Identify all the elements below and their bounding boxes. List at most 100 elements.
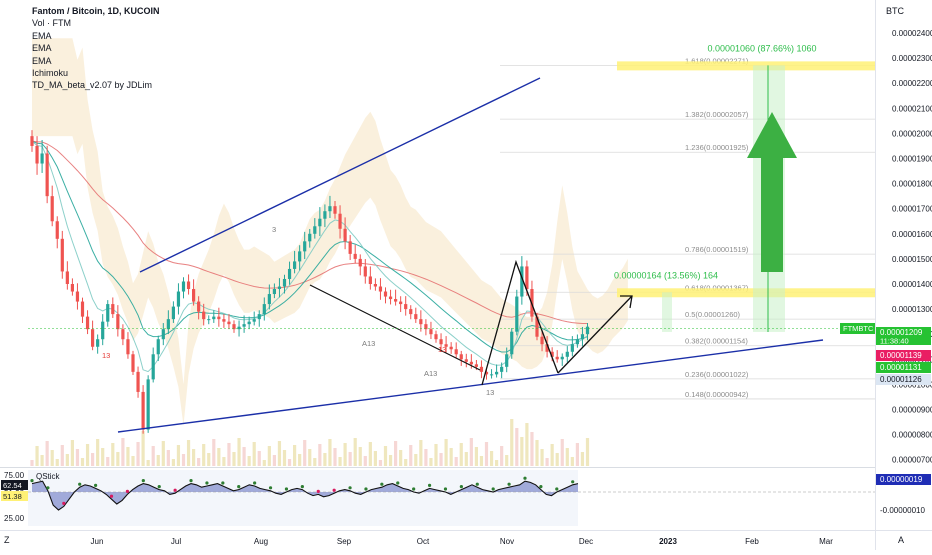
fib-level-label: 0.382(0.00001154) bbox=[685, 337, 748, 346]
volume-bar bbox=[126, 447, 130, 466]
osc-value-tag: 62.54 bbox=[3, 481, 22, 490]
volume-bar bbox=[353, 438, 357, 466]
candle-body bbox=[60, 238, 64, 272]
volume-bar bbox=[550, 444, 554, 466]
legend-volume[interactable]: Vol · FTM bbox=[32, 17, 160, 29]
candle-body bbox=[495, 371, 499, 375]
price-tick-label: 0.00000900 bbox=[892, 406, 932, 415]
qstick-signal-dot bbox=[221, 481, 225, 485]
td-count-label: A13 bbox=[362, 339, 375, 348]
volume-bar bbox=[197, 458, 201, 466]
qstick-signal-dot bbox=[284, 487, 289, 491]
td-count-label: 13 bbox=[102, 351, 110, 360]
candle-body bbox=[217, 316, 221, 320]
candle-body bbox=[313, 226, 317, 234]
candle-body bbox=[510, 331, 514, 355]
candle-body bbox=[35, 145, 39, 164]
symbol-title[interactable]: Fantom / Bitcoin, 1D, KUCOIN bbox=[32, 5, 160, 17]
candle-body bbox=[277, 286, 282, 290]
volume-bar bbox=[308, 449, 312, 466]
candle-body bbox=[91, 329, 95, 347]
candle-body bbox=[348, 241, 352, 254]
volume-bar bbox=[580, 452, 585, 466]
volume-bar bbox=[348, 452, 352, 466]
qstick-signal-dot bbox=[396, 481, 400, 485]
volume-bar bbox=[116, 452, 120, 466]
candle-body bbox=[131, 354, 135, 372]
candle-body bbox=[75, 291, 80, 302]
volume-bar bbox=[489, 451, 494, 466]
candle-body bbox=[262, 304, 266, 315]
time-tick-label: 2023 bbox=[659, 537, 677, 546]
candle-body bbox=[141, 391, 145, 430]
volume-bar bbox=[495, 460, 499, 466]
candle-body bbox=[101, 321, 105, 340]
legend-ichimoku[interactable]: Ichimoku bbox=[32, 67, 160, 79]
candle-body bbox=[116, 314, 120, 330]
volume-bar bbox=[232, 452, 236, 466]
volume-bar bbox=[565, 448, 569, 466]
fib-level-label: 1.382(0.00002057) bbox=[685, 110, 749, 119]
candle-body bbox=[287, 268, 292, 279]
candle-body bbox=[439, 339, 443, 345]
volume-bar bbox=[414, 454, 418, 466]
candle-body bbox=[257, 314, 261, 320]
candle-body bbox=[156, 339, 160, 355]
symbol-tag-label: FTMBTC bbox=[843, 324, 874, 333]
price-tag-value: 0.00001131 bbox=[880, 363, 922, 372]
volume-bar bbox=[111, 443, 115, 466]
legend-td-ma[interactable]: TD_MA_beta_v2.07 by JDLim bbox=[32, 79, 160, 91]
candle-body bbox=[560, 356, 564, 360]
candle-body bbox=[222, 319, 226, 322]
candle-body bbox=[171, 306, 175, 320]
candle-body bbox=[338, 213, 342, 229]
legend-ema-3[interactable]: EMA bbox=[32, 55, 160, 67]
volume-bar bbox=[545, 458, 549, 466]
price-tick-label: 0.00001700 bbox=[892, 205, 932, 214]
volume-bar bbox=[540, 449, 544, 466]
legend-ema-2[interactable]: EMA bbox=[32, 42, 160, 54]
volume-bar bbox=[343, 443, 347, 466]
candle-body bbox=[394, 299, 398, 302]
candle-body bbox=[136, 371, 140, 392]
qstick-signal-dot bbox=[523, 476, 527, 480]
volume-bar bbox=[35, 446, 39, 466]
volume-bar bbox=[555, 453, 559, 466]
volume-bar bbox=[161, 441, 165, 466]
volume-bar bbox=[318, 444, 322, 466]
auto-scale-toggle[interactable]: A bbox=[898, 535, 904, 545]
volume-bar bbox=[257, 451, 261, 466]
candle-body bbox=[146, 379, 150, 430]
volume-bar bbox=[449, 448, 453, 466]
chart-root: 1.618(0.00002271) 1.382(0.00002057) 1.236(… bbox=[0, 0, 932, 550]
volume-bar bbox=[65, 454, 69, 466]
price-tick-label: 0.00000800 bbox=[892, 431, 932, 440]
candle-body bbox=[383, 291, 388, 297]
volume-bar bbox=[373, 451, 377, 466]
qstick-signal-dot bbox=[507, 482, 511, 486]
candle-body bbox=[474, 364, 478, 367]
qstick-signal-dot bbox=[141, 479, 145, 483]
qstick-signal-dot bbox=[459, 485, 463, 489]
zoom-toggle[interactable]: Z bbox=[4, 535, 10, 545]
price-tag-value: 0.00001126 bbox=[880, 375, 922, 384]
qstick-signal-dot bbox=[253, 481, 257, 485]
candle-body bbox=[192, 289, 196, 302]
osc-right-tick: -0.00000010 bbox=[880, 506, 925, 515]
candle-body bbox=[85, 316, 90, 330]
volume-bar bbox=[404, 459, 408, 466]
qstick-signal-dot bbox=[94, 483, 98, 487]
volume-bar bbox=[429, 458, 433, 466]
legend-ema-1[interactable]: EMA bbox=[32, 30, 160, 42]
price-tick-label: 0.00002300 bbox=[892, 54, 932, 63]
candle-body bbox=[70, 284, 74, 292]
volume-bar bbox=[399, 450, 403, 466]
qstick-signal-dot bbox=[380, 482, 384, 486]
volume-bar bbox=[40, 455, 44, 466]
time-tick-label: Sep bbox=[337, 537, 352, 546]
volume-bar bbox=[287, 459, 292, 466]
volume-bar bbox=[313, 458, 317, 466]
osc-value-tag: 51.38 bbox=[3, 492, 22, 501]
td-count-label: 13 bbox=[486, 388, 494, 397]
candle-body bbox=[388, 296, 393, 300]
